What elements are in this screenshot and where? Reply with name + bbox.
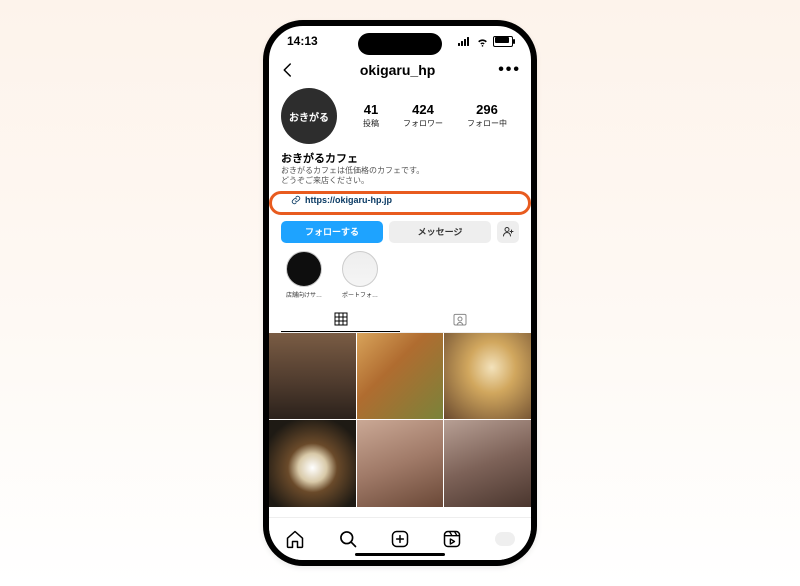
tab-tagged[interactable] [400,307,519,331]
post-thumbnail[interactable] [269,420,356,507]
suggested-users-button[interactable] [497,221,519,243]
post-thumbnail[interactable] [357,333,444,420]
stat-following-label: フォロー中 [467,118,507,129]
message-button[interactable]: メッセージ [389,221,491,243]
battery-icon [493,36,513,47]
post-thumbnail[interactable] [357,420,444,507]
display-name: おきがるカフェ [281,150,519,166]
bio-link[interactable]: https://okigaru-hp.jp [291,195,392,205]
highlight-item-1[interactable]: ポートフォ… [339,251,381,299]
tagged-icon [452,311,468,327]
home-icon[interactable] [285,529,305,549]
stat-following[interactable]: 296 フォロー中 [467,103,507,128]
avatar[interactable]: おきがる [281,88,337,144]
search-icon[interactable] [338,529,358,549]
stat-posts[interactable]: 41 投稿 [363,103,379,128]
highlight-cover-1 [342,251,378,287]
page-background: 14:13 okigaru_hp ••• おきがる 41 投稿 [0,0,800,586]
back-icon[interactable] [279,61,297,79]
highlight-label-0: 店舗向けサ… [286,290,322,299]
profile-row: おきがる 41 投稿 424 フォロワー 296 フォロー中 [281,88,519,144]
story-highlights: 店舗向けサ… ポートフォ… [281,251,519,299]
stat-posts-count: 41 [363,103,379,117]
stat-followers-label: フォロワー [403,118,443,129]
post-thumbnail[interactable] [269,333,356,420]
highlight-cover-0 [286,251,322,287]
notch [358,33,442,55]
bio-link-row: https://okigaru-hp.jp [269,191,531,215]
status-time: 14:13 [287,34,318,48]
bio-link-text: https://okigaru-hp.jp [305,195,392,205]
status-right [458,35,513,48]
profile-header: okigaru_hp ••• [269,56,531,84]
stat-posts-label: 投稿 [363,118,379,129]
highlight-item-0[interactable]: 店舗向けサ… [283,251,325,299]
profile-stats: 41 投稿 424 フォロワー 296 フォロー中 [351,103,519,128]
posts-grid [269,333,531,507]
wifi-icon [476,35,489,48]
post-thumbnail[interactable] [444,420,531,507]
bio-line-1: おきがるカフェは低価格のカフェです。 [281,166,519,176]
follow-button[interactable]: フォローする [281,221,383,243]
phone-frame: 14:13 okigaru_hp ••• おきがる 41 投稿 [263,20,537,566]
signal-icon [458,36,472,46]
stat-followers-count: 424 [403,103,443,117]
profile-nav-icon[interactable] [495,532,515,546]
new-post-icon[interactable] [390,529,410,549]
post-thumbnail[interactable] [444,333,531,420]
stat-followers[interactable]: 424 フォロワー [403,103,443,128]
link-icon [291,195,301,205]
feed-tabs [281,307,519,333]
more-options-icon[interactable]: ••• [498,61,521,79]
tab-grid[interactable] [281,307,400,332]
grid-icon [333,311,349,327]
add-user-icon [502,226,514,238]
stat-following-count: 296 [467,103,507,117]
highlight-label-1: ポートフォ… [342,290,378,299]
username: okigaru_hp [360,62,435,78]
reels-icon[interactable] [442,529,462,549]
profile-content: おきがる 41 投稿 424 フォロワー 296 フォロー中 [269,88,531,333]
bio-line-2: どうぞご来店ください。 [281,176,519,186]
action-buttons: フォローする メッセージ [281,221,519,243]
home-indicator [355,553,445,556]
